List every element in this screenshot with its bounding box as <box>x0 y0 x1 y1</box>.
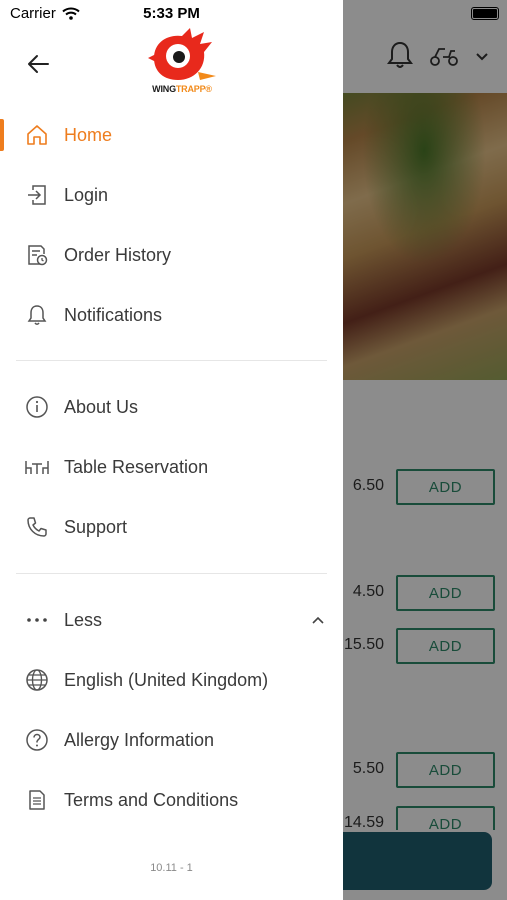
order-history-icon <box>24 242 50 268</box>
logo-text-trapp: TRAPP <box>175 84 206 94</box>
phone-icon <box>24 514 50 540</box>
dots-icon <box>24 607 50 633</box>
menu-item-login[interactable]: Login <box>0 165 343 225</box>
wingtrapp-logo: WINGTRAPP® <box>146 28 218 96</box>
menu-primary: Home Login Order History Notifications <box>0 105 343 345</box>
menu-item-label: Login <box>64 184 109 205</box>
document-icon <box>24 787 50 813</box>
menu-item-allergy-information[interactable]: Allergy Information <box>0 710 343 770</box>
arrow-left-icon <box>28 55 49 73</box>
app-version: 10.11 - 1 <box>150 862 193 874</box>
menu-item-label: English (United Kingdom) <box>64 669 269 690</box>
status-bar: Carrier 5:33 PM <box>0 0 507 28</box>
menu-item-label: Support <box>64 516 128 537</box>
menu-item-label: Home <box>64 124 113 145</box>
menu-item-table-reservation[interactable]: Table Reservation <box>0 437 343 497</box>
status-time: 5:33 PM <box>143 5 200 22</box>
menu-item-label: Allergy Information <box>64 729 215 750</box>
menu-item-less[interactable]: Less <box>0 590 343 650</box>
table-icon <box>24 454 50 480</box>
menu-item-support[interactable]: Support <box>0 497 343 557</box>
menu-item-language[interactable]: English (United Kingdom) <box>0 650 343 710</box>
menu-item-label: About Us <box>64 396 139 417</box>
active-indicator <box>0 119 4 151</box>
divider <box>16 573 327 574</box>
chevron-up-icon[interactable] <box>311 612 325 630</box>
menu-toggle: Less <box>0 590 343 650</box>
menu-item-home[interactable]: Home <box>0 105 343 165</box>
info-icon <box>24 394 50 420</box>
menu-item-notifications[interactable]: Notifications <box>0 285 343 345</box>
menu-item-terms-and-conditions[interactable]: Terms and Conditions <box>0 770 343 830</box>
logo-text: WINGTRAPP® <box>146 84 218 94</box>
divider <box>16 360 327 361</box>
menu-item-label: Order History <box>64 244 172 265</box>
battery-icon <box>471 7 499 20</box>
home-icon <box>24 122 50 148</box>
navigation-drawer: WINGTRAPP® Home Login Order History Noti… <box>0 0 343 900</box>
menu-item-label: Notifications <box>64 304 163 325</box>
menu-secondary: About Us Table Reservation Support <box>0 377 343 557</box>
logo-trademark: ® <box>205 84 212 94</box>
bird-logo-icon <box>148 28 216 80</box>
menu-item-label: Less <box>64 609 103 630</box>
globe-icon <box>24 667 50 693</box>
back-button[interactable] <box>24 50 52 78</box>
question-icon <box>24 727 50 753</box>
login-icon <box>24 182 50 208</box>
logo-text-wing: WING <box>152 84 176 94</box>
menu-item-order-history[interactable]: Order History <box>0 225 343 285</box>
drawer-header: WINGTRAPP® <box>0 28 343 98</box>
menu-item-label: Terms and Conditions <box>64 789 239 810</box>
menu-item-about-us[interactable]: About Us <box>0 377 343 437</box>
menu-tertiary: English (United Kingdom) Allergy Informa… <box>0 650 343 830</box>
bell-icon <box>24 302 50 328</box>
menu-item-label: Table Reservation <box>64 456 209 477</box>
